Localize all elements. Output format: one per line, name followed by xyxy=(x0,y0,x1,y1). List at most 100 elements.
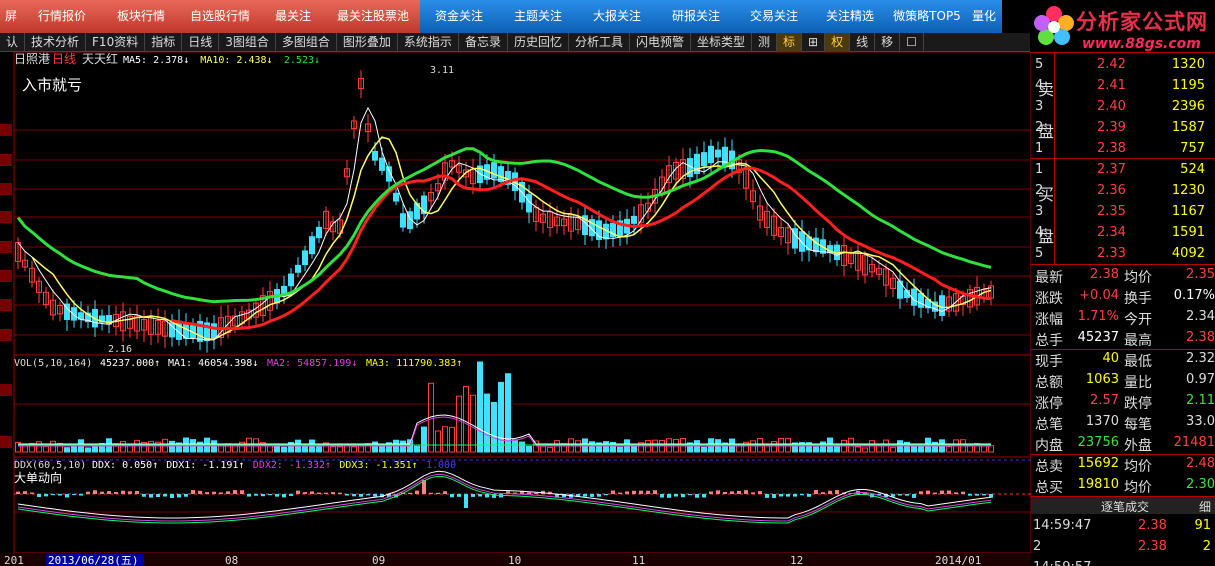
nav-tab-6[interactable]: 资金关注 xyxy=(420,0,498,33)
nav-tab-10[interactable]: 交易关注 xyxy=(736,0,812,33)
volume-bar xyxy=(988,445,994,453)
toolbar-item-11[interactable]: 分析工具 xyxy=(569,33,630,52)
nav-tab-8[interactable]: 大报关注 xyxy=(578,0,656,33)
candle-body xyxy=(701,152,707,167)
axis-tick-box xyxy=(0,270,12,282)
toolbar-item-12[interactable]: 闪电预警 xyxy=(630,33,691,52)
volume: 4092 xyxy=(1171,246,1205,261)
toolbar-item-1[interactable]: 技术分析 xyxy=(25,33,87,52)
nav-tab-1[interactable]: 行情报价 xyxy=(22,0,102,33)
nav-tab-5[interactable]: 最关注股票池 xyxy=(326,0,420,33)
orderbook-row[interactable]: 4 2.41 1195 xyxy=(1031,76,1215,97)
volume-bar xyxy=(526,445,532,453)
stat-label-2: 换手 xyxy=(1124,291,1152,307)
ddx-bar xyxy=(16,491,20,494)
nav-tab-9[interactable]: 研报关注 xyxy=(656,0,736,33)
nav-tab-2[interactable]: 板块行情 xyxy=(102,0,180,33)
toolbar-item-7[interactable]: 图形叠加 xyxy=(337,33,398,52)
toolbar-item-10[interactable]: 历史回忆 xyxy=(508,33,569,52)
volume-bar xyxy=(148,440,154,453)
toolbar-item-17[interactable]: 权 xyxy=(825,33,851,52)
toolbar-item-18[interactable]: 线 xyxy=(850,33,876,52)
ddx-bar xyxy=(107,491,111,494)
toolbar-item-19[interactable]: 移 xyxy=(875,33,901,52)
ddx-bar xyxy=(912,494,916,498)
toolbar-item-4[interactable]: 日线 xyxy=(182,33,220,52)
ddx-bar xyxy=(324,492,328,494)
ddx-bar xyxy=(646,490,650,494)
ddx-bar xyxy=(142,494,146,497)
ddx-bar xyxy=(632,490,636,494)
ddx-bar xyxy=(261,494,265,497)
nav-tab-13[interactable]: 量化 xyxy=(966,0,1002,33)
nav-tab-3[interactable]: 自选股行情 xyxy=(180,0,260,33)
chart-note: 入市就亏 xyxy=(22,76,82,94)
nav-tab-11[interactable]: 关注精选 xyxy=(812,0,888,33)
orderbook-row[interactable]: 4 2.34 1591 xyxy=(1031,223,1215,244)
toolbar-item-5[interactable]: 3图组合 xyxy=(219,33,276,52)
orderbook-row[interactable]: 1 2.37 524 xyxy=(1031,160,1215,181)
ddx-bar xyxy=(86,491,90,494)
stock-chart[interactable]: 日照港 日线 天天红 MA5: 2.378↓ MA10: 2.438↓ 2.523↓ 入市就… xyxy=(0,52,1031,566)
logo-title: 分析家公式网 xyxy=(1076,9,1208,34)
ma-value: 2.523↓ xyxy=(284,55,320,66)
level: 5 xyxy=(1035,57,1044,72)
ddx-bar xyxy=(79,494,83,496)
volume-bar xyxy=(631,446,637,453)
orderbook-row[interactable]: 5 2.42 1320 xyxy=(1031,55,1215,76)
orderbook-row[interactable]: 2 2.39 1587 xyxy=(1031,118,1215,139)
ddx-panel-border xyxy=(13,456,1031,554)
volume-title: VOL(5,10,164) xyxy=(14,358,92,369)
toolbar-item-9[interactable]: 备忘录 xyxy=(459,33,508,52)
orderbook-row[interactable]: 3 2.40 2396 xyxy=(1031,97,1215,118)
nav-tab-7[interactable]: 主题关注 xyxy=(498,0,578,33)
quote-panel: 5 2.42 1320 4 2.41 1195 3 2.40 2396 2 2.… xyxy=(1031,52,1215,566)
sell-label-1: 卖 xyxy=(1038,80,1055,99)
stat-label: 总笔 xyxy=(1035,417,1063,433)
stat-row: 最新 2.38 均价 2.35 xyxy=(1031,265,1215,286)
stat-label: 涨跌 xyxy=(1035,291,1063,307)
trade-volume: 2 xyxy=(1202,539,1211,554)
toolbar-item-16[interactable]: ⊞ xyxy=(802,33,826,52)
toolbar-item-20[interactable]: ☐ xyxy=(900,33,924,52)
candle-body xyxy=(631,215,637,224)
ddx-value: DDX2: -1.332↑ xyxy=(253,460,331,471)
nav-tab-4[interactable]: 最关注 xyxy=(260,0,326,33)
orderbook-row[interactable]: 3 2.35 1167 xyxy=(1031,202,1215,223)
toolbar-item-15[interactable]: 标 xyxy=(777,33,803,52)
stat-value-2: 2.35 xyxy=(1186,267,1215,282)
stat-label-2: 均价 xyxy=(1124,459,1152,475)
stat-label-2: 最高 xyxy=(1124,333,1152,349)
toolbar-item-6[interactable]: 多图组合 xyxy=(276,33,337,52)
orderbook-row[interactable]: 2 2.36 1230 xyxy=(1031,181,1215,202)
toolbar-item-2[interactable]: F10资料 xyxy=(86,33,146,52)
axis-tick-box xyxy=(0,436,12,448)
volume-bar xyxy=(890,446,896,453)
stat-label-2: 量比 xyxy=(1124,375,1152,391)
ddx-bar xyxy=(765,494,769,498)
stat-value: 2.57 xyxy=(1090,393,1119,408)
ddx-bar xyxy=(226,491,230,494)
nav-tab-0[interactable]: 屏 xyxy=(0,0,22,33)
toolbar-item-3[interactable]: 指标 xyxy=(145,33,183,52)
toolbar-item-8[interactable]: 系统指示 xyxy=(398,33,459,52)
toolbar-item-13[interactable]: 坐标类型 xyxy=(691,33,753,52)
nav-tab-12[interactable]: 微策略TOP5 xyxy=(888,0,966,33)
stat-value: 1063 xyxy=(1085,372,1119,387)
ddx-bar xyxy=(968,494,972,496)
axis-tick-box xyxy=(0,384,12,396)
ddx-bar xyxy=(625,491,629,494)
low-price-label: 2.16 xyxy=(108,344,132,355)
ddx-bar xyxy=(338,492,342,494)
orderbook-row[interactable]: 1 2.38 757 xyxy=(1031,139,1215,160)
volume-value: MA3: 111790.383↑ xyxy=(366,358,462,369)
toolbar-item-0[interactable]: 认 xyxy=(0,33,26,52)
trades-detail-button[interactable]: 细 xyxy=(1199,498,1211,515)
toolbar-item-14[interactable]: 测 xyxy=(752,33,778,52)
ddx-bar xyxy=(954,492,958,494)
stat-value-2: 2.30 xyxy=(1186,477,1215,492)
volume-bar xyxy=(64,447,70,453)
orderbook-row[interactable]: 5 2.33 4092 xyxy=(1031,244,1215,265)
formula-name: 天天红 xyxy=(82,52,118,66)
ddx-bar xyxy=(779,494,783,497)
